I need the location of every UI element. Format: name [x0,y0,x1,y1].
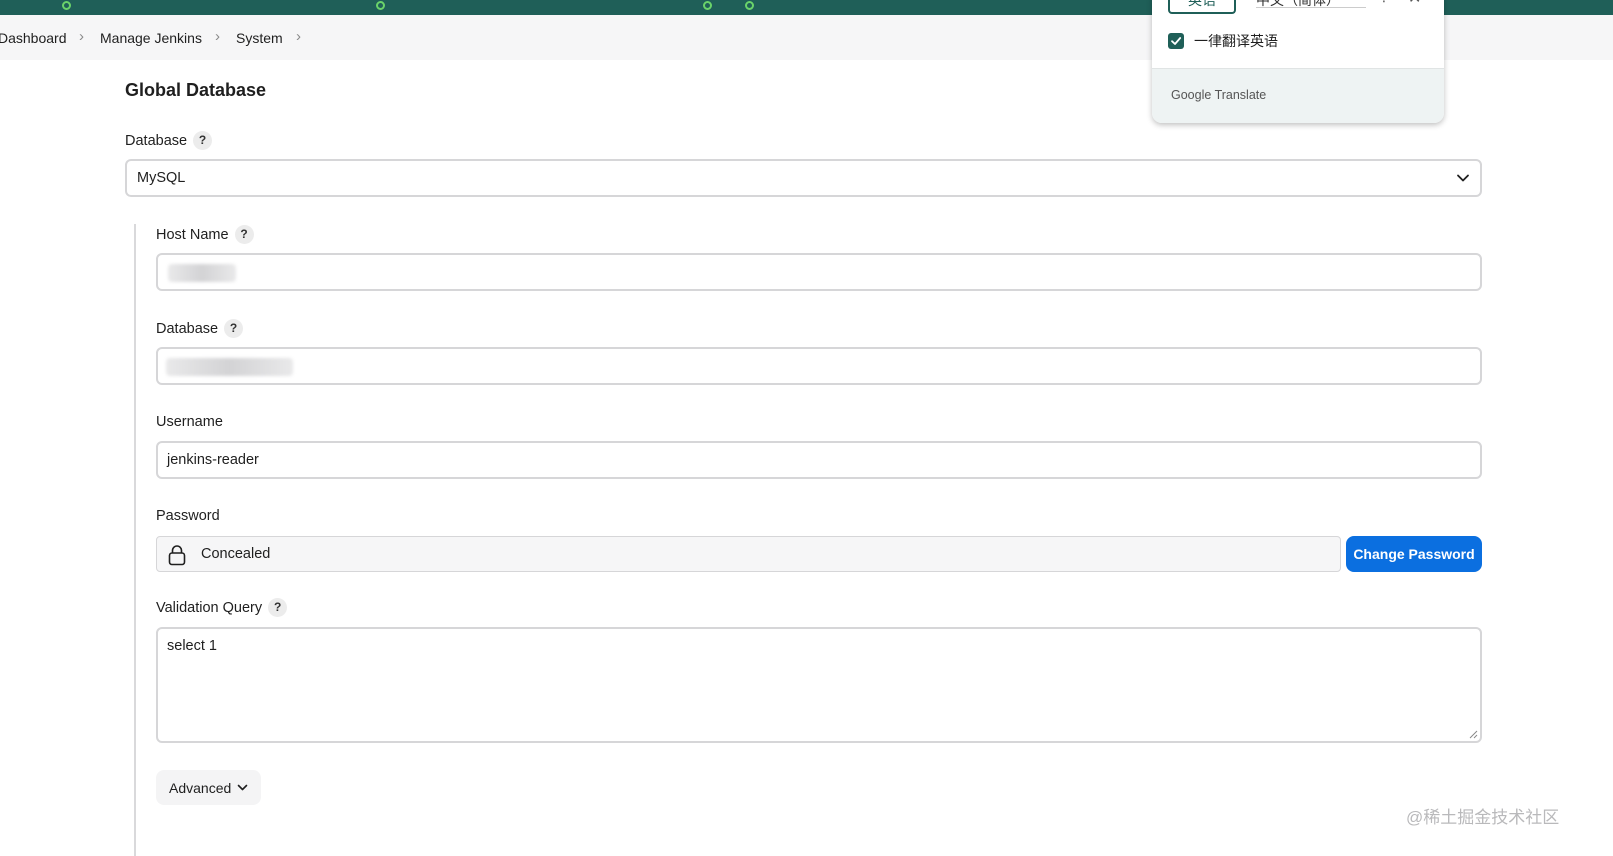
host-name-label: Host Name? [156,225,254,244]
change-password-button[interactable]: Change Password [1346,536,1482,572]
section-title: Global Database [125,80,267,100]
database-type-select[interactable]: MySQL [125,159,1482,197]
help-icon[interactable]: ? [193,131,213,150]
help-icon[interactable]: ? [224,319,244,338]
checkmark-icon [1171,37,1182,45]
translate-popup-footer: Google Translate [1152,68,1444,123]
breadcrumb-separator: › [296,28,301,45]
translate-popup: 英语 中文（简体） ⋮ ✕ 一律翻译英语 Google Translate [1152,0,1444,123]
password-concealed-field: Concealed [156,536,1341,572]
redacted-value [168,264,236,282]
close-icon[interactable]: ✕ [1408,0,1421,8]
help-icon[interactable]: ? [234,225,254,244]
google-brand-text: Google [1171,88,1212,102]
always-translate-label[interactable]: 一律翻译英语 [1194,31,1278,51]
validation-query-textarea[interactable]: select 1 [156,627,1482,743]
database-name-label-text: Database [156,321,219,337]
always-translate-checkbox[interactable] [1168,33,1184,49]
validation-query-label: Validation Query? [156,598,288,617]
validation-query-label-text: Validation Query [156,600,263,616]
validation-query-value: select 1 [167,638,217,654]
translate-tab-target[interactable]: 中文（简体） [1256,0,1366,8]
breadcrumb-manage-jenkins[interactable]: Manage Jenkins [100,30,202,46]
bookmark-icon[interactable] [376,1,385,10]
database-type-value: MySQL [137,170,186,186]
database-type-label: Database? [125,131,213,150]
subsection-divider [134,224,136,856]
more-options-icon[interactable]: ⋮ [1377,0,1391,5]
watermark: @稀土掘金技术社区 [1406,808,1560,827]
password-label: Password [156,508,220,524]
help-icon[interactable]: ? [268,598,288,617]
breadcrumb-dashboard[interactable]: Dashboard [0,30,67,46]
translate-product-text: Translate [1214,88,1267,102]
bookmark-icon[interactable] [703,1,712,10]
host-name-label-text: Host Name [156,227,229,243]
lock-icon [168,545,186,566]
host-name-input[interactable] [156,253,1482,291]
password-concealed-text: Concealed [201,546,271,562]
database-name-input[interactable] [156,347,1482,385]
advanced-button[interactable]: Advanced [156,770,261,805]
breadcrumb-separator: › [215,28,220,45]
username-input[interactable]: jenkins-reader [156,441,1482,479]
username-label: Username [156,414,223,430]
advanced-button-label: Advanced [169,779,232,796]
chevron-down-icon [1457,174,1469,182]
database-name-label: Database? [156,319,244,338]
google-translate-logo: Google Translate [1171,88,1266,102]
bookmark-icon[interactable] [745,1,754,10]
database-type-label-text: Database [125,133,188,149]
chevron-down-icon [237,784,248,791]
breadcrumb-separator: › [79,28,84,45]
bookmark-icon[interactable] [62,1,71,10]
translate-tab-source[interactable]: 英语 [1168,0,1236,14]
resize-handle-icon[interactable] [1469,730,1478,739]
breadcrumb-system[interactable]: System [236,30,283,46]
redacted-value [166,358,293,376]
